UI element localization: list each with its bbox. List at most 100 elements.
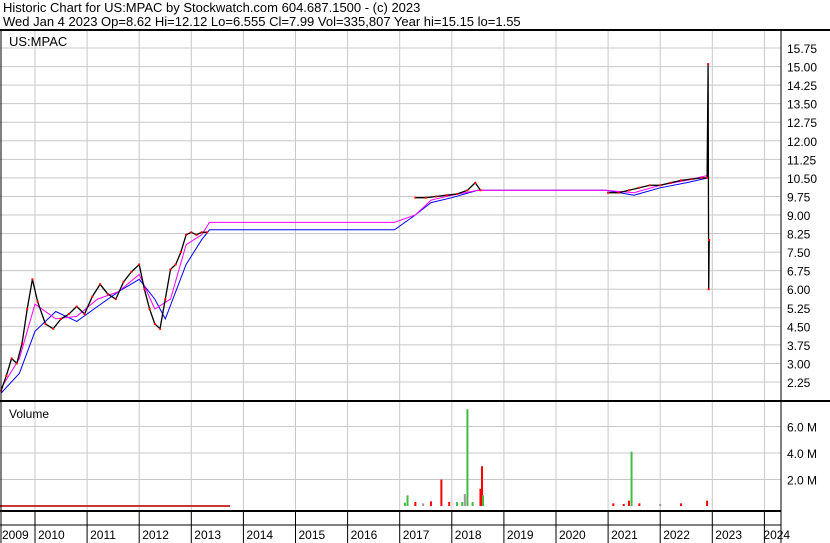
volume-bar — [630, 451, 633, 506]
price-point — [60, 317, 63, 320]
price-tick-label: 5.25 — [787, 302, 811, 316]
price-point — [122, 280, 125, 283]
price-point — [638, 186, 641, 189]
quote-summary: Wed Jan 4 2023 Op=8.62 Hi=12.12 Lo=6.555… — [3, 14, 521, 29]
volume-bar — [440, 479, 443, 506]
price-point — [164, 298, 167, 301]
price-point — [707, 63, 710, 66]
volume-bar — [638, 503, 641, 506]
year-label: 2018 — [455, 528, 482, 542]
price-tick-label: 12.00 — [787, 135, 817, 149]
price-point — [707, 288, 710, 291]
year-label: 2019 — [507, 528, 534, 542]
volume-bar — [429, 501, 432, 506]
volume-bar — [612, 503, 615, 506]
year-label: 2024 — [763, 528, 790, 542]
price-point — [669, 181, 672, 184]
price-point — [648, 184, 651, 187]
volume-bar — [482, 495, 485, 506]
volume-bar — [403, 502, 406, 506]
price-point — [159, 327, 162, 330]
price-point — [190, 231, 193, 234]
price-point — [75, 305, 78, 308]
price-tick-label: 9.00 — [787, 209, 811, 223]
volume-panel — [0, 402, 781, 510]
price-point — [200, 231, 203, 234]
price-point — [106, 293, 109, 296]
price-point — [680, 179, 683, 182]
price-point — [67, 312, 70, 315]
price-point — [617, 191, 620, 194]
price-point — [15, 362, 18, 365]
price-tick-label: 4.50 — [787, 320, 811, 334]
year-label: 2010 — [38, 528, 65, 542]
price-point — [130, 270, 133, 273]
price-point — [466, 189, 469, 192]
year-label: 2011 — [90, 528, 116, 542]
price-point — [31, 278, 34, 281]
price-point — [148, 308, 151, 311]
volume-bar — [706, 500, 709, 506]
volume-bar — [471, 502, 474, 506]
year-label: 2022 — [663, 528, 690, 542]
year-label: 2013 — [194, 528, 221, 542]
price-point — [479, 189, 482, 192]
price-point — [99, 283, 102, 286]
year-label: 2021 — [611, 528, 638, 542]
year-label: 2012 — [142, 528, 169, 542]
price-tick-label: 8.25 — [787, 228, 811, 242]
volume-bar — [456, 502, 459, 506]
price-tick-label: 6.75 — [787, 265, 811, 279]
price-point — [690, 178, 693, 181]
year-label: 2009 — [2, 528, 29, 542]
volume-bar — [448, 502, 451, 506]
volume-bar — [406, 495, 409, 506]
price-tick-label: 14.25 — [787, 79, 817, 93]
volume-bar — [414, 502, 417, 506]
volume-bar — [466, 409, 469, 506]
price-point — [5, 374, 8, 377]
volume-bar — [422, 503, 425, 506]
price-point — [414, 196, 417, 199]
price-point — [424, 196, 427, 199]
price-point — [195, 233, 198, 236]
volume-tick-label: 4.0 M — [787, 447, 817, 461]
price-tick-label: 13.50 — [787, 98, 817, 112]
price-point — [205, 231, 208, 234]
volume-bar — [622, 504, 625, 506]
year-label: 2014 — [246, 528, 273, 542]
price-point — [26, 308, 29, 311]
price-point — [83, 312, 86, 315]
price-tick-label: 3.00 — [787, 357, 811, 371]
price-point — [435, 195, 438, 198]
year-label: 2023 — [715, 528, 742, 542]
price-point — [174, 263, 177, 266]
price-point — [153, 322, 156, 325]
price-tick-label: 15.75 — [787, 42, 817, 56]
price-tick-label: 6.00 — [787, 283, 811, 297]
price-point — [607, 191, 610, 194]
year-label: 2017 — [403, 528, 430, 542]
price-point — [36, 300, 39, 303]
price-point — [143, 288, 146, 291]
price-tick-label: 2.25 — [787, 376, 811, 390]
volume-tick-label: 2.0 M — [787, 474, 817, 488]
chart-svg: 15.75 15.00 14.25 13.50 12.75 12.00 11.25 10.50… — [0, 29, 830, 543]
price-tick-label: 10.50 — [787, 172, 817, 186]
price-point — [44, 322, 47, 325]
price-point — [708, 238, 711, 241]
price-point — [10, 357, 13, 360]
price-point — [185, 233, 188, 236]
price-point — [52, 327, 55, 330]
price-point — [700, 176, 703, 179]
price-tick-label: 12.75 — [787, 116, 817, 130]
volume-tick-label: 6.0 M — [787, 421, 817, 435]
price-point — [445, 194, 448, 197]
price-tick-label: 3.75 — [787, 339, 811, 353]
chart-container: 15.75 15.00 14.25 13.50 12.75 12.00 11.25 10.50… — [0, 0, 830, 543]
year-label: 2015 — [299, 528, 326, 542]
volume-bar — [659, 504, 662, 506]
price-point — [627, 189, 630, 192]
price-point — [179, 251, 182, 254]
price-point — [706, 176, 709, 179]
